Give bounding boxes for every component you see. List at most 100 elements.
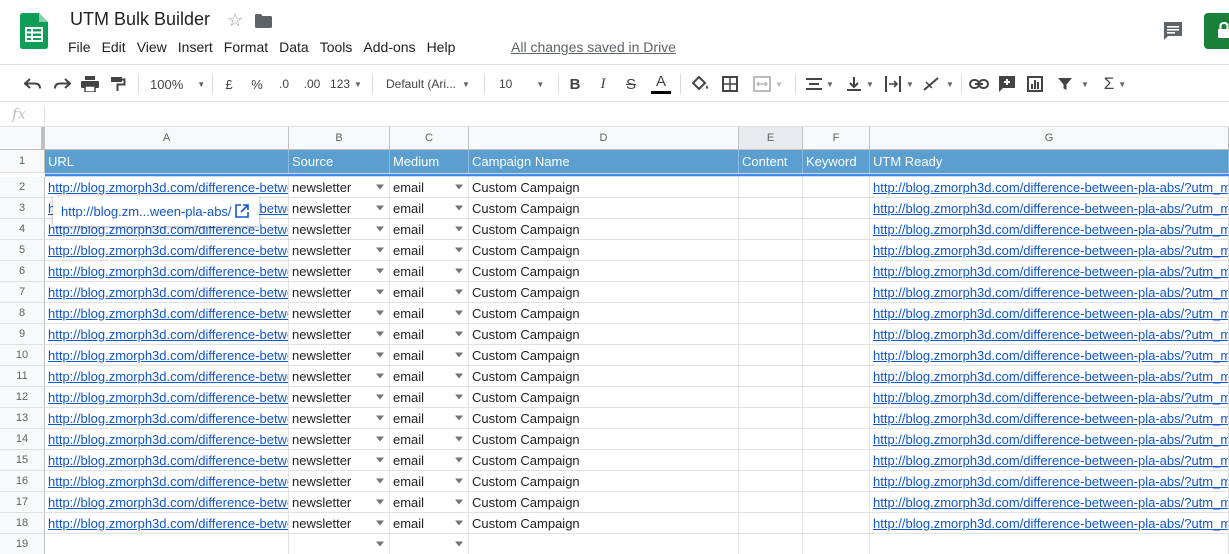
url-cell[interactable]: http://blog.zmorph3d.com/difference-betw… [45, 429, 289, 450]
campaign-cell[interactable]: Custom Campaign [469, 345, 739, 366]
source-cell[interactable]: newsletter [289, 282, 390, 303]
dropdown-arrow-icon[interactable] [376, 331, 384, 337]
decrease-decimal-button[interactable]: .0 [273, 73, 295, 95]
borders-icon[interactable] [719, 73, 741, 95]
url-cell[interactable]: http://blog.zmorph3d.com/difference-betw… [45, 177, 289, 198]
open-in-new-icon[interactable] [235, 204, 249, 221]
medium-cell[interactable]: email [390, 324, 469, 345]
star-icon[interactable]: ☆ [227, 10, 243, 31]
utm-ready-cell[interactable]: http://blog.zmorph3d.com/difference-betw… [870, 387, 1229, 408]
strikethrough-button[interactable]: S [622, 73, 640, 95]
cell-link[interactable]: http://blog.zmorph3d.com/difference-betw… [48, 243, 288, 258]
medium-cell[interactable]: email [390, 219, 469, 240]
header-cell[interactable]: Medium [390, 150, 469, 173]
utm-ready-cell[interactable]: http://blog.zmorph3d.com/difference-betw… [870, 492, 1229, 513]
cell-link[interactable]: http://blog.zmorph3d.com/difference-betw… [873, 306, 1228, 321]
undo-icon[interactable] [22, 73, 44, 95]
dropdown-arrow-icon[interactable] [376, 541, 384, 547]
row-header[interactable]: 6 [0, 261, 45, 282]
cell-link[interactable]: http://blog.zmorph3d.com/difference-betw… [48, 516, 288, 531]
dropdown-arrow-icon[interactable] [455, 289, 463, 295]
medium-cell[interactable]: email [390, 345, 469, 366]
cell-link[interactable]: http://blog.zmorph3d.com/difference-betw… [873, 369, 1228, 384]
keyword-cell[interactable] [803, 324, 870, 345]
utm-ready-cell[interactable]: http://blog.zmorph3d.com/difference-betw… [870, 198, 1229, 219]
content-cell[interactable] [739, 408, 803, 429]
cell-link[interactable]: http://blog.zmorph3d.com/difference-betw… [873, 222, 1228, 237]
row-header[interactable]: 9 [0, 324, 45, 345]
column-header-a[interactable]: A [45, 127, 289, 150]
row-header[interactable]: 4 [0, 219, 45, 240]
campaign-cell[interactable] [469, 534, 739, 554]
content-cell[interactable] [739, 345, 803, 366]
menu-insert[interactable]: Insert [178, 38, 213, 56]
dropdown-arrow-icon[interactable] [455, 478, 463, 484]
dropdown-arrow-icon[interactable] [376, 436, 384, 442]
header-cell[interactable]: Keyword [803, 150, 870, 173]
folder-icon[interactable] [255, 14, 272, 28]
source-cell[interactable]: newsletter [289, 240, 390, 261]
medium-cell[interactable]: email [390, 450, 469, 471]
redo-icon[interactable] [51, 73, 73, 95]
zoom-select[interactable]: 100% ▼ [150, 73, 205, 95]
source-cell[interactable]: newsletter [289, 345, 390, 366]
medium-cell[interactable]: email [390, 387, 469, 408]
column-header-g[interactable]: G [870, 127, 1229, 150]
cell-link[interactable]: http://blog.zmorph3d.com/difference-betw… [48, 180, 288, 195]
utm-ready-cell[interactable]: http://blog.zmorph3d.com/difference-betw… [870, 429, 1229, 450]
medium-cell[interactable] [390, 534, 469, 554]
menu-addons[interactable]: Add-ons [363, 38, 415, 56]
column-header-f[interactable]: F [803, 127, 870, 150]
campaign-cell[interactable]: Custom Campaign [469, 429, 739, 450]
campaign-cell[interactable]: Custom Campaign [469, 261, 739, 282]
url-cell[interactable]: http://blog.zmorph3d.com/difference-betw… [45, 240, 289, 261]
keyword-cell[interactable] [803, 366, 870, 387]
horizontal-align-icon[interactable]: ▼ [803, 73, 837, 95]
keyword-cell[interactable] [803, 408, 870, 429]
cell-link[interactable]: http://blog.zmorph3d.com/difference-betw… [873, 516, 1228, 531]
source-cell[interactable]: newsletter [289, 177, 390, 198]
dropdown-arrow-icon[interactable] [455, 541, 463, 547]
keyword-cell[interactable] [803, 471, 870, 492]
campaign-cell[interactable]: Custom Campaign [469, 324, 739, 345]
cell-link[interactable]: http://blog.zmorph3d.com/difference-betw… [48, 306, 288, 321]
dropdown-arrow-icon[interactable] [455, 520, 463, 526]
content-cell[interactable] [739, 471, 803, 492]
dropdown-arrow-icon[interactable] [455, 394, 463, 400]
cell-link[interactable]: http://blog.zmorph3d.com/difference-betw… [48, 327, 288, 342]
functions-button[interactable]: Σ ▼ [1098, 73, 1132, 95]
cell-link[interactable]: http://blog.zmorph3d.com/difference-betw… [873, 243, 1228, 258]
campaign-cell[interactable]: Custom Campaign [469, 408, 739, 429]
content-cell[interactable] [739, 324, 803, 345]
menu-file[interactable]: File [68, 38, 91, 56]
url-cell[interactable]: http://blog.zmorph3d.com/difference-betw… [45, 261, 289, 282]
campaign-cell[interactable]: Custom Campaign [469, 198, 739, 219]
keyword-cell[interactable] [803, 387, 870, 408]
increase-decimal-button[interactable]: .00 [300, 73, 324, 95]
text-color-button[interactable]: A [650, 73, 672, 95]
url-cell[interactable]: http://blog.zmorph3d.com/difference-betw… [45, 471, 289, 492]
url-cell[interactable]: http://blog.zmorph3d.com/difference-betw… [45, 513, 289, 534]
filter-icon[interactable]: ▼ [1053, 73, 1093, 95]
source-cell[interactable] [289, 534, 390, 554]
dropdown-arrow-icon[interactable] [455, 436, 463, 442]
dropdown-arrow-icon[interactable] [455, 331, 463, 337]
keyword-cell[interactable] [803, 240, 870, 261]
header-cell[interactable]: URL [45, 150, 289, 173]
cell-link[interactable]: http://blog.zmorph3d.com/difference-betw… [48, 348, 288, 363]
url-cell[interactable]: http://blog.zmorph3d.com/difference-betw… [45, 387, 289, 408]
campaign-cell[interactable]: Custom Campaign [469, 282, 739, 303]
source-cell[interactable]: newsletter [289, 198, 390, 219]
menu-format[interactable]: Format [224, 38, 268, 56]
utm-ready-cell[interactable]: http://blog.zmorph3d.com/difference-betw… [870, 303, 1229, 324]
row-header[interactable]: 17 [0, 492, 45, 513]
dropdown-arrow-icon[interactable] [376, 205, 384, 211]
cell-link[interactable]: http://blog.zmorph3d.com/difference-betw… [48, 264, 288, 279]
dropdown-arrow-icon[interactable] [455, 205, 463, 211]
keyword-cell[interactable] [803, 345, 870, 366]
source-cell[interactable]: newsletter [289, 429, 390, 450]
cell-link[interactable]: http://blog.zmorph3d.com/difference-betw… [873, 201, 1228, 216]
utm-ready-cell[interactable]: http://blog.zmorph3d.com/difference-betw… [870, 366, 1229, 387]
utm-ready-cell[interactable]: http://blog.zmorph3d.com/difference-betw… [870, 324, 1229, 345]
keyword-cell[interactable] [803, 261, 870, 282]
